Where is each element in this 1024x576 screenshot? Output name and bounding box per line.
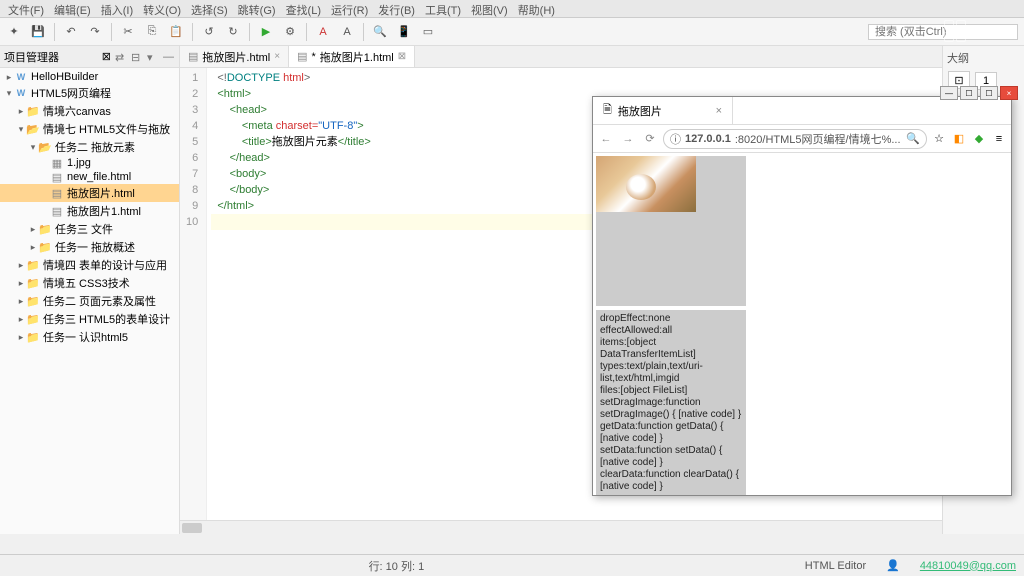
tree-item[interactable]: ▾📂情境七 HTML5文件与拖放 <box>0 120 179 138</box>
star-icon[interactable]: ☆ <box>931 131 947 147</box>
tree-item[interactable]: ▤拖放图片1.html <box>0 202 179 220</box>
project-explorer: 项目管理器 ⊠ ⇄ ⊟ ▾ — ▸WHelloHBuilder ▾WHTML5网… <box>0 46 180 534</box>
panel-title: 项目管理器 <box>4 49 98 65</box>
page-icon: 🗎 <box>603 101 612 120</box>
close-icon[interactable]: × <box>1000 86 1018 100</box>
menu-goto[interactable]: 跳转(G) <box>234 2 280 15</box>
layout-icon[interactable]: ▭ <box>420 24 436 40</box>
close-panel-icon[interactable]: ⊠ <box>102 50 111 63</box>
menu-trans[interactable]: 转义(O) <box>139 2 185 15</box>
redo-icon[interactable]: ↻ <box>225 24 241 40</box>
cursor-pos: 行: 10 列: 1 <box>8 558 785 574</box>
search-icon[interactable]: 🔍 <box>906 132 920 145</box>
font-a2-icon[interactable]: A <box>339 24 355 40</box>
editor-tabs[interactable]: ▤拖放图片.html× ▤*拖放图片1.html⊠ <box>180 46 942 68</box>
browser-window[interactable]: 🗎 拖放图片 × ← → ⟳ ⓘ 127.0.0.1:8020/HTML5网页编… <box>592 96 1012 496</box>
address-bar: ← → ⟳ ⓘ 127.0.0.1:8020/HTML5网页编程/情境七%...… <box>593 125 1011 153</box>
user-email[interactable]: 44810049@qq.com <box>920 560 1016 572</box>
menu-find[interactable]: 查找(L) <box>282 2 325 15</box>
device-icon[interactable]: 📱 <box>396 24 412 40</box>
menu-insert[interactable]: 插入(I) <box>97 2 137 15</box>
run-icon[interactable]: ▶ <box>258 24 274 40</box>
back-icon[interactable]: ← <box>597 133 615 145</box>
tree-item[interactable]: ▦1.jpg <box>0 156 179 170</box>
collapse-icon[interactable]: ⊟ <box>131 51 143 63</box>
watermark: 学堂在线 <box>944 20 1016 42</box>
ext2-icon[interactable]: ◆ <box>971 131 987 147</box>
file-tree[interactable]: ▸WHelloHBuilder ▾WHTML5网页编程 ▸📁情境六canvas … <box>0 68 179 534</box>
menu-tools[interactable]: 工具(T) <box>421 2 465 15</box>
reload-icon[interactable]: ⟳ <box>641 132 659 145</box>
tree-item[interactable]: ▸📁情境六canvas <box>0 102 179 120</box>
menu-select[interactable]: 选择(S) <box>187 2 232 15</box>
close-icon[interactable]: ⊠ <box>398 51 406 62</box>
menu-bar[interactable]: 文件(F) 编辑(E) 插入(I) 转义(O) 选择(S) 跳转(G) 查找(L… <box>0 0 1024 18</box>
menu-icon[interactable]: ▾ <box>147 51 159 63</box>
close-tab-icon[interactable]: × <box>716 105 722 117</box>
back-icon[interactable]: ↶ <box>63 24 79 40</box>
tree-item[interactable]: ▸📁情境五 CSS3技术 <box>0 274 179 292</box>
min-icon[interactable]: — <box>940 86 958 100</box>
link-icon[interactable]: ⇄ <box>115 51 127 63</box>
toolbar: ✦ 💾 ↶ ↷ ✂ ⎘ 📋 ↺ ↻ ▶ ⚙ A A 🔍 📱 ▭ <box>0 18 1024 46</box>
window-controls-small[interactable]: — ☐ ☐ × <box>940 86 1018 100</box>
menu-publish[interactable]: 发行(B) <box>374 2 419 15</box>
close-icon[interactable]: × <box>274 51 280 62</box>
tree-item[interactable]: ▸📁情境四 表单的设计与应用 <box>0 256 179 274</box>
forward-icon[interactable]: → <box>619 133 637 145</box>
output-text: dropEffect:none effectAllowed:all items:… <box>596 310 746 495</box>
tree-item[interactable]: ▸📁任务三 HTML5的表单设计 <box>0 310 179 328</box>
tree-item[interactable]: ▸WHelloHBuilder <box>0 70 179 84</box>
url-input[interactable]: ⓘ 127.0.0.1:8020/HTML5网页编程/情境七%... 🔍 <box>663 129 927 149</box>
drop-zone[interactable] <box>596 156 746 306</box>
fwd-icon[interactable]: ↷ <box>87 24 103 40</box>
horizontal-scrollbar[interactable] <box>180 520 942 534</box>
user-icon: 👤 <box>886 559 900 572</box>
editor-mode: HTML Editor <box>805 560 866 572</box>
info-icon: ⓘ <box>670 131 681 147</box>
browser-tab[interactable]: 🗎 拖放图片 × <box>593 97 733 124</box>
font-a-icon[interactable]: A <box>315 24 331 40</box>
max2-icon[interactable]: ☐ <box>980 86 998 100</box>
tree-item-selected[interactable]: ▤拖放图片.html <box>0 184 179 202</box>
menu-view[interactable]: 视图(V) <box>467 2 512 15</box>
ext1-icon[interactable]: ◧ <box>951 131 967 147</box>
tree-item[interactable]: ▸📁任务三 文件 <box>0 220 179 238</box>
copy-icon[interactable]: ⎘ <box>144 24 160 40</box>
max-icon[interactable]: ☐ <box>960 86 978 100</box>
outline-label: 大纲 <box>947 50 1020 66</box>
tree-item[interactable]: ▸📁任务二 页面元素及属性 <box>0 292 179 310</box>
tree-item[interactable]: ▾📂任务二 拖放元素 <box>0 138 179 156</box>
tab-drag1[interactable]: ▤*拖放图片1.html⊠ <box>289 46 415 67</box>
tree-item[interactable]: ▸📁任务一 认识html5 <box>0 328 179 346</box>
tree-item[interactable]: ▾WHTML5网页编程 <box>0 84 179 102</box>
undo-icon[interactable]: ↺ <box>201 24 217 40</box>
zoom-icon[interactable]: 🔍 <box>372 24 388 40</box>
tree-item[interactable]: ▸📁任务一 拖放概述 <box>0 238 179 256</box>
min-icon[interactable]: — <box>163 51 175 63</box>
config-icon[interactable]: ⚙ <box>282 24 298 40</box>
cat-image[interactable] <box>596 156 696 212</box>
menu-icon[interactable]: ≡ <box>991 131 1007 147</box>
menu-file[interactable]: 文件(F) <box>4 2 48 15</box>
cut-icon[interactable]: ✂ <box>120 24 136 40</box>
menu-help[interactable]: 帮助(H) <box>514 2 559 15</box>
paste-icon[interactable]: 📋 <box>168 24 184 40</box>
save-icon[interactable]: 💾 <box>30 24 46 40</box>
new-icon[interactable]: ✦ <box>6 24 22 40</box>
menu-edit[interactable]: 编辑(E) <box>50 2 95 15</box>
tree-item[interactable]: ▤new_file.html <box>0 170 179 184</box>
line-gutter: 12345678910 <box>180 68 207 520</box>
status-bar: 行: 10 列: 1 HTML Editor 👤 44810049@qq.com <box>0 554 1024 576</box>
menu-run[interactable]: 运行(R) <box>327 2 372 15</box>
tab-drag[interactable]: ▤拖放图片.html× <box>180 46 289 67</box>
browser-viewport: dropEffect:none effectAllowed:all items:… <box>593 153 1011 495</box>
